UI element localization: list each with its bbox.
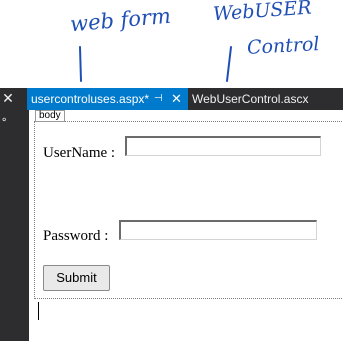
- annotation-web-user-control-line1: WebUSER: [212, 0, 313, 26]
- annotation-web-user-control-line2: Control: [246, 33, 320, 59]
- ide-side-panel: ⚬: [0, 110, 29, 341]
- username-label: UserName :: [43, 145, 116, 161]
- body-element-frame[interactable]: UserName : Password : Submit: [34, 121, 343, 299]
- annotation-arrow-user-control: [226, 46, 232, 82]
- password-input[interactable]: [119, 220, 317, 240]
- design-surface[interactable]: UserName : Password : Submit body: [29, 110, 343, 341]
- annotation-arrow-web-form: [79, 46, 82, 82]
- annotation-web-form: web form: [69, 3, 172, 37]
- pin-icon[interactable]: ⊣: [154, 88, 163, 110]
- text-caret: [38, 302, 39, 320]
- submit-button[interactable]: Submit: [43, 265, 110, 291]
- tab-close-icon[interactable]: ✕: [171, 88, 182, 110]
- password-label: Password :: [43, 228, 109, 244]
- tab-label: usercontroluses.aspx*: [31, 92, 150, 106]
- tab-usercontroluses-aspx[interactable]: usercontroluses.aspx* ⊣ ✕: [27, 88, 188, 110]
- tab-webusercontrol-ascx[interactable]: WebUserControl.ascx: [188, 88, 343, 110]
- body-tag-badge[interactable]: body: [35, 110, 65, 122]
- username-input[interactable]: [125, 136, 321, 156]
- tab-label: WebUserControl.ascx: [192, 92, 309, 106]
- close-icon[interactable]: ✕: [1, 92, 15, 106]
- panel-grip-icon: ⚬: [0, 115, 9, 126]
